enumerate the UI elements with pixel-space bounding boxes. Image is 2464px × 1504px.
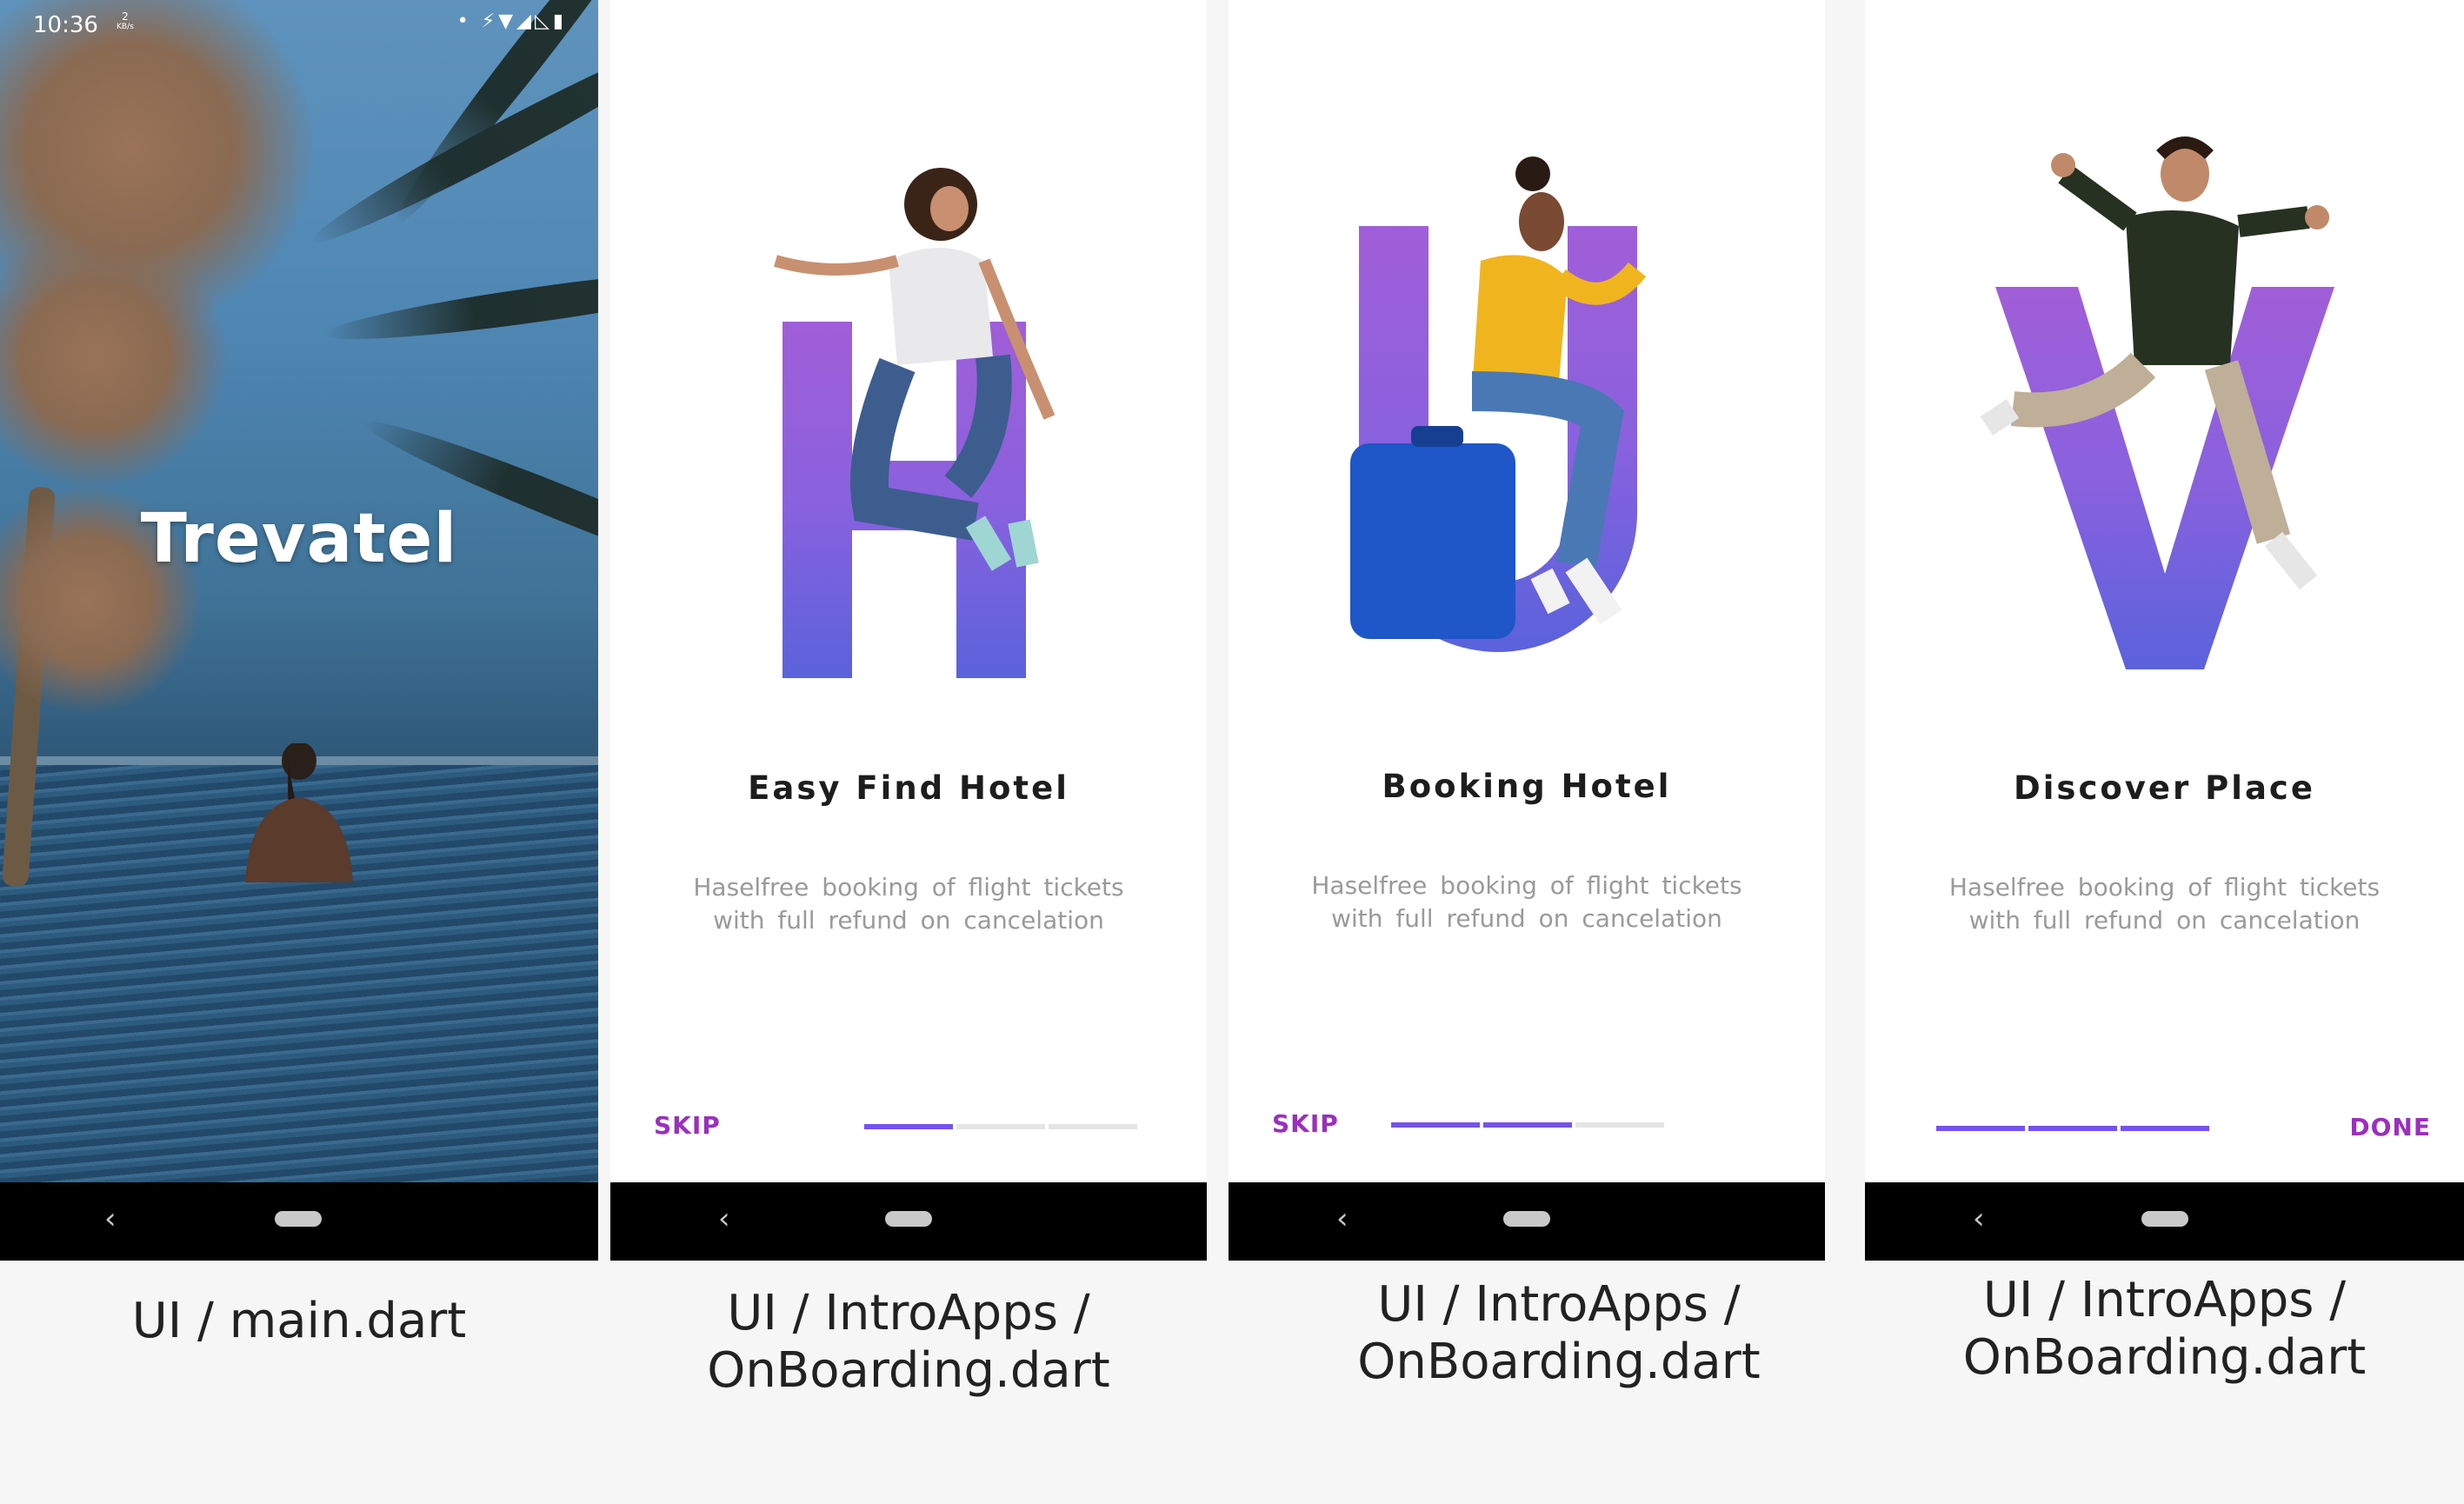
page-indicator-segment [864, 1124, 953, 1129]
skip-button[interactable]: SKIP [1272, 1109, 1339, 1138]
illustration-letter-v [1980, 136, 2334, 669]
palm-frond [321, 256, 598, 352]
onboarding-screen-3: Discover Place Haselfree booking of flig… [1865, 0, 2464, 1261]
page-indicator-segment [1575, 1122, 1664, 1128]
home-button[interactable] [2141, 1211, 2188, 1227]
page-indicator [864, 1124, 1137, 1129]
status-icons: • ⚡▼◢◺▮ [456, 10, 567, 32]
back-icon[interactable]: ‹ [1336, 1201, 1349, 1236]
page-indicator-segment [1936, 1126, 2025, 1131]
caption-onboarding-2: UI / IntroApps / OnBoarding.dart [1357, 1276, 1761, 1390]
splash-screen: 10:36 2 KB/s • ⚡▼◢◺▮ Trevatel ‹ [0, 0, 598, 1261]
done-button[interactable]: DONE [2349, 1113, 2431, 1141]
onboarding-screen-2: Booking Hotel Haselfree booking of fligh… [1229, 0, 1825, 1261]
back-icon[interactable]: ‹ [718, 1201, 730, 1236]
onboarding-title: Easy Find Hotel [748, 769, 1069, 807]
status-network-speed: 2 KB/s [117, 10, 134, 31]
home-button[interactable] [275, 1211, 322, 1227]
illustration-letter-u [1350, 156, 1647, 652]
navigation-bar: ‹ [1229, 1182, 1825, 1261]
page-indicator [1936, 1126, 2209, 1131]
home-button[interactable] [885, 1211, 932, 1227]
onboarding-title: Booking Hotel [1382, 768, 1672, 805]
page-indicator-segment [956, 1124, 1045, 1129]
caption-main: UI / main.dart [131, 1293, 467, 1349]
onboarding-title: Discover Place [2014, 769, 2315, 807]
woman-in-pool [245, 743, 353, 882]
page-indicator-segment [1049, 1124, 1137, 1129]
onboarding-description: Haselfree booking of flight tickets with… [1948, 873, 2381, 935]
onboarding-description: Haselfree booking of flight tickets with… [693, 873, 1124, 935]
back-icon[interactable]: ‹ [104, 1201, 117, 1236]
navigation-bar: ‹ [0, 1182, 598, 1261]
illustration-letter-h [774, 168, 1056, 678]
page-indicator-segment [1483, 1122, 1572, 1128]
page-indicator-segment [1391, 1122, 1480, 1128]
onboarding-description: Haselfree booking of flight tickets with… [1311, 871, 1742, 933]
caption-onboarding-1: UI / IntroApps / OnBoarding.dart [707, 1285, 1110, 1399]
status-time: 10:36 [33, 12, 98, 38]
page-indicator [1391, 1122, 1664, 1128]
page-indicator-segment [2121, 1126, 2209, 1131]
app-title: Trevatel [140, 500, 458, 578]
back-icon[interactable]: ‹ [1973, 1201, 1985, 1236]
onboarding-screen-1: Easy Find Hotel Haselfree booking of fli… [610, 0, 1207, 1261]
caption-onboarding-3: UI / IntroApps / OnBoarding.dart [1962, 1272, 2367, 1386]
navigation-bar: ‹ [610, 1182, 1207, 1261]
page-indicator-segment [2028, 1126, 2117, 1131]
home-button[interactable] [1503, 1211, 1550, 1227]
skip-button[interactable]: SKIP [654, 1111, 721, 1140]
navigation-bar: ‹ [1865, 1182, 2464, 1261]
